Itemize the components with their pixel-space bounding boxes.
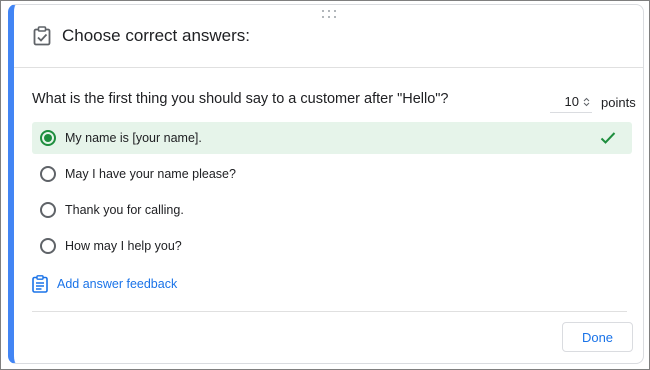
checkmark-icon (600, 132, 616, 144)
answer-option-label: May I have your name please? (65, 167, 236, 181)
answer-option[interactable]: May I have your name please? (32, 158, 632, 190)
done-button[interactable]: Done (562, 322, 633, 352)
answer-option[interactable]: My name is [your name]. (32, 122, 632, 154)
card-title: Choose correct answers: (62, 26, 251, 45)
answer-key-card: Choose correct answers: What is the firs… (8, 4, 644, 364)
card-header: Choose correct answers: (14, 5, 643, 68)
answer-option-label: How may I help you? (65, 239, 182, 253)
points-label: points (601, 94, 636, 110)
answer-options: My name is [your name]. May I have your … (32, 122, 632, 266)
window-frame: Choose correct answers: What is the firs… (0, 0, 650, 370)
question-text: What is the first thing you should say t… (32, 91, 449, 107)
radio-button[interactable] (40, 202, 56, 218)
points-control: 10 points (550, 91, 636, 113)
points-value: 10 (564, 94, 579, 109)
add-answer-feedback-label: Add answer feedback (57, 277, 178, 291)
clipboard-check-icon (33, 26, 51, 46)
radio-button-checked[interactable] (40, 130, 56, 146)
answer-option[interactable]: How may I help you? (32, 230, 632, 262)
radio-button[interactable] (40, 166, 56, 182)
add-answer-feedback-link[interactable]: Add answer feedback (32, 274, 177, 294)
footer-divider (32, 311, 627, 312)
answer-option-label: Thank you for calling. (65, 203, 184, 217)
feedback-icon (32, 275, 48, 293)
points-input[interactable]: 10 (550, 91, 592, 113)
stepper-arrows-icon[interactable] (583, 97, 590, 107)
answer-option[interactable]: Thank you for calling. (32, 194, 632, 226)
radio-button[interactable] (40, 238, 56, 254)
answer-option-label: My name is [your name]. (65, 131, 202, 145)
